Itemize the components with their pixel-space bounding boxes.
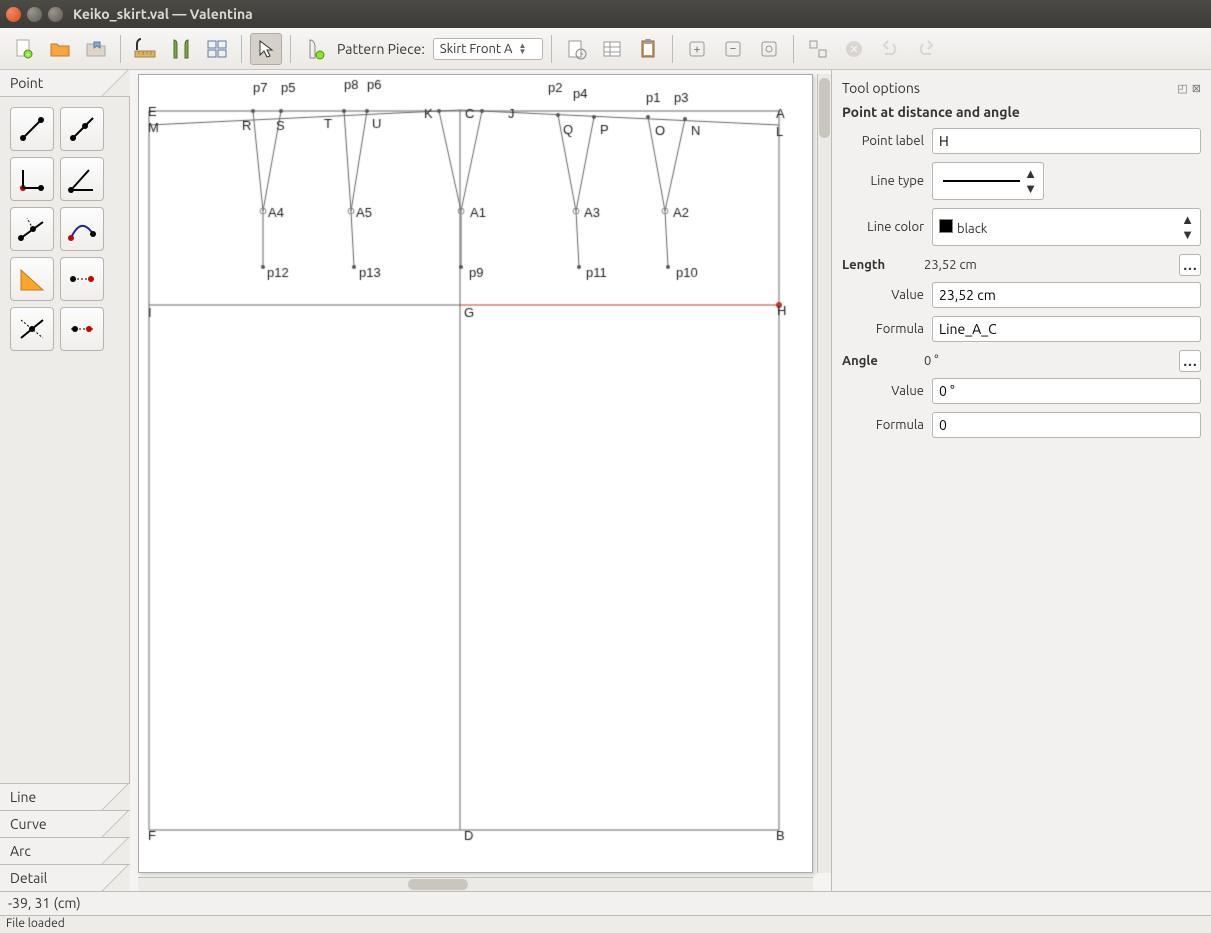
svg-text:✕: ✕ (849, 44, 858, 56)
line-color-lbl: Line color (842, 220, 924, 234)
svg-text:+: + (26, 50, 31, 59)
panel-title: Tool options (842, 80, 920, 96)
minimize-icon[interactable] (27, 7, 42, 22)
new-pattern-piece-button[interactable] (299, 33, 331, 65)
pattern-pieces-button[interactable] (165, 33, 197, 65)
tab-arc[interactable]: Arc (0, 837, 129, 864)
color-swatch-icon (939, 219, 953, 233)
properties-panel: Tool options ◰ ⊠ Point at distance and a… (831, 70, 1211, 891)
point-label-lbl: Point label (842, 134, 924, 148)
tool-contact[interactable] (60, 207, 104, 251)
svg-text:+: + (693, 43, 700, 56)
new-file-button[interactable]: + (8, 33, 40, 65)
length-value-input[interactable] (932, 282, 1201, 308)
zoom-orig-button[interactable] (802, 33, 834, 65)
length-formula-lbl: Formula (842, 322, 924, 336)
line-type-select[interactable]: ▲▼ (932, 162, 1044, 200)
point-tools (0, 97, 129, 361)
clipboard-button[interactable] (632, 33, 664, 65)
angle-expand-button[interactable]: … (1179, 350, 1201, 372)
measurements-button[interactable] (129, 33, 161, 65)
svg-text:−: − (729, 42, 736, 55)
titlebar: Keiko_skirt.val — Valentina (0, 0, 1211, 28)
pointer-tool-button[interactable] (250, 33, 282, 65)
canvas-area[interactable] (130, 70, 831, 891)
tab-detail[interactable]: Detail (0, 864, 129, 891)
close-panel-icon[interactable]: ⊠ (1192, 82, 1201, 95)
window-controls (6, 7, 63, 22)
tool-along-line[interactable] (60, 107, 104, 151)
history-button[interactable] (560, 33, 592, 65)
save-file-button[interactable] (80, 33, 112, 65)
angle-value-input[interactable] (932, 378, 1201, 404)
length-formula-input[interactable] (932, 316, 1201, 342)
table-button[interactable] (596, 33, 628, 65)
pattern-piece-label: Pattern Piece: (337, 41, 425, 57)
tool-point-intersect[interactable] (60, 257, 104, 301)
zoom-out-button[interactable]: − (717, 33, 749, 65)
angle-formula-lbl: Formula (842, 418, 924, 432)
category-tabs: Line Curve Arc Detail (0, 783, 129, 891)
main-area: Point Line Curve Arc Detail (0, 70, 1211, 891)
vertical-scrollbar[interactable] (817, 74, 831, 873)
tool-shoulder[interactable] (10, 207, 54, 251)
status-message: File loaded (0, 915, 1211, 933)
length-expand-button[interactable]: … (1179, 254, 1201, 276)
angle-display: 0 ° (924, 354, 1179, 368)
line-color-select[interactable]: black ▲▼ (932, 208, 1201, 246)
tool-intersect-axis[interactable] (60, 307, 104, 351)
tool-endpoint[interactable] (10, 107, 54, 151)
length-display: 23,52 cm (924, 258, 1179, 272)
stepper-icon: ▲▼ (1181, 212, 1194, 242)
close-icon[interactable] (6, 7, 21, 22)
tool-subtitle: Point at distance and angle (842, 104, 1201, 120)
angle-value-lbl: Value (842, 384, 924, 398)
pattern-piece-select[interactable]: Skirt Front A ▲▼ (433, 38, 543, 60)
tool-line-intersect[interactable] (10, 307, 54, 351)
panel-title-row: Tool options ◰ ⊠ (842, 76, 1201, 100)
length-value-lbl: Value (842, 288, 924, 302)
tool-normal[interactable] (10, 157, 54, 201)
main-toolbar: + Pattern Piece: Skirt Front A ▲▼ + − ✕ (0, 28, 1211, 70)
horizontal-scrollbar[interactable] (138, 877, 813, 891)
length-lbl: Length (842, 258, 924, 272)
tool-bisector[interactable] (60, 157, 104, 201)
maximize-icon[interactable] (48, 7, 63, 22)
zoom-in-button[interactable]: + (681, 33, 713, 65)
layout-button[interactable] (201, 33, 233, 65)
stepper-icon: ▲▼ (1024, 166, 1037, 196)
tool-triangle[interactable] (10, 257, 54, 301)
line-type-lbl: Line type (842, 174, 924, 188)
angle-lbl: Angle (842, 354, 924, 368)
drawing-canvas[interactable] (138, 74, 813, 873)
stop-button: ✕ (838, 33, 870, 65)
tab-point[interactable]: Point (0, 70, 129, 97)
undock-icon[interactable]: ◰ (1177, 82, 1187, 95)
redo-button (910, 33, 942, 65)
angle-formula-input[interactable] (932, 412, 1201, 438)
stepper-icon: ▲▼ (518, 43, 526, 55)
tool-palette: Point Line Curve Arc Detail (0, 70, 130, 891)
tab-line[interactable]: Line (0, 783, 129, 810)
tab-curve[interactable]: Curve (0, 810, 129, 837)
open-file-button[interactable] (44, 33, 76, 65)
zoom-fit-button[interactable] (753, 33, 785, 65)
window-title: Keiko_skirt.val — Valentina (73, 6, 253, 22)
line-color-value: black (957, 222, 987, 236)
pattern-piece-value: Skirt Front A (440, 42, 513, 56)
point-label-input[interactable] (932, 128, 1201, 154)
line-sample-icon (943, 180, 1020, 182)
status-coords: -39, 31 (cm) (0, 891, 1211, 915)
undo-button (874, 33, 906, 65)
